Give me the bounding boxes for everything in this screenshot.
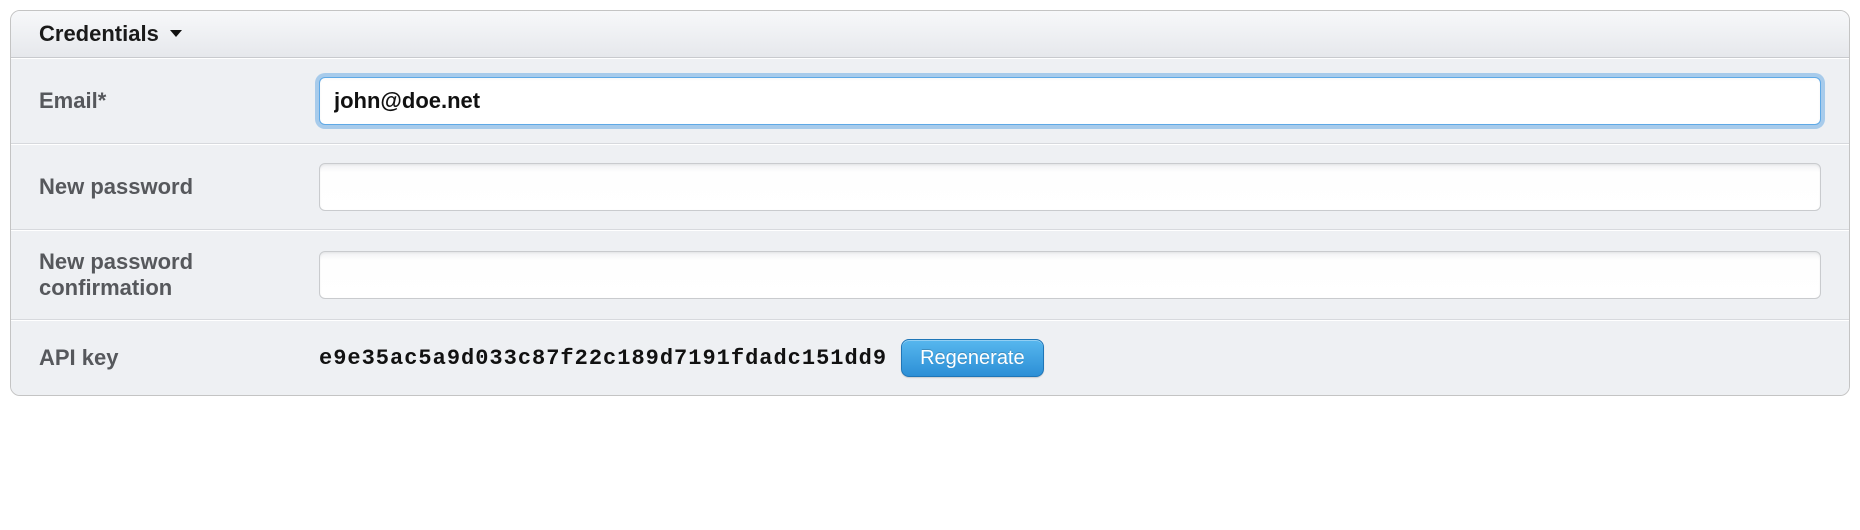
new-password-confirmation-input[interactable] (319, 251, 1821, 299)
api-key-row: API key e9e35ac5a9d033c87f22c189d7191fda… (11, 320, 1849, 395)
new-password-confirmation-label: New password confirmation (39, 249, 319, 301)
regenerate-button[interactable]: Regenerate (901, 339, 1044, 377)
panel-header[interactable]: Credentials (11, 11, 1849, 58)
new-password-label: New password (39, 174, 319, 200)
panel-title: Credentials (39, 21, 159, 47)
new-password-confirmation-row: New password confirmation (11, 230, 1849, 320)
new-password-row: New password (11, 144, 1849, 230)
credentials-panel: Credentials Email* New password New pass… (10, 10, 1850, 396)
email-input[interactable] (319, 77, 1821, 125)
new-password-input[interactable] (319, 163, 1821, 211)
api-key-value: e9e35ac5a9d033c87f22c189d7191fdadc151dd9 (319, 346, 887, 371)
email-label: Email* (39, 88, 319, 114)
api-key-label: API key (39, 345, 319, 371)
caret-down-icon (169, 29, 183, 39)
email-row: Email* (11, 58, 1849, 144)
